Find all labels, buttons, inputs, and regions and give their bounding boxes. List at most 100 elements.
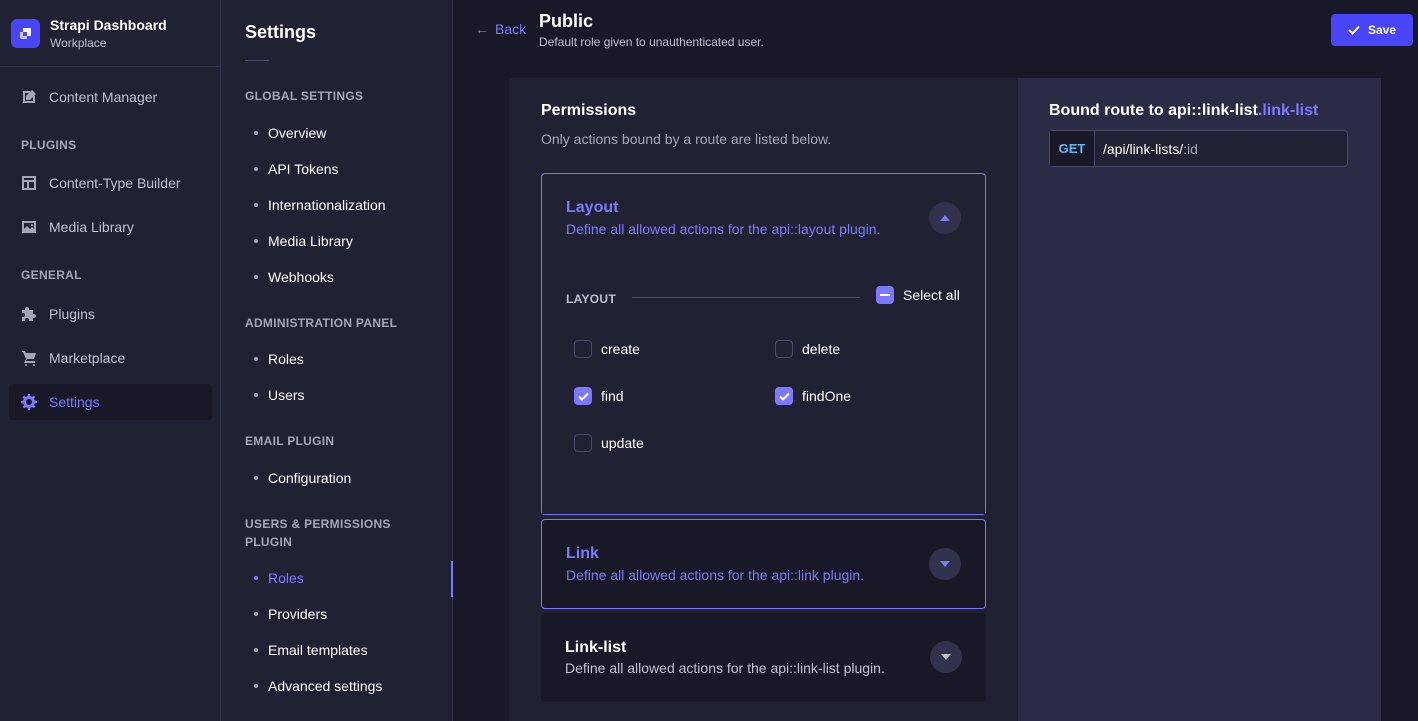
accordion-title: Layout xyxy=(566,199,619,216)
arrow-left-icon: ← xyxy=(475,21,489,37)
checkbox-icon xyxy=(574,340,592,358)
accordion-link-list[interactable]: Link-list Define all allowed actions for… xyxy=(541,613,986,702)
accordion-layout: Layout Define all allowed actions for th… xyxy=(541,173,986,515)
subnav-item-advanced-settings[interactable]: Advanced settings xyxy=(245,670,452,702)
subnav-item-label: Email templates xyxy=(268,642,368,658)
save-button[interactable]: Save xyxy=(1331,14,1413,46)
group-label: LAYOUT xyxy=(566,292,617,306)
section-email-plugin: EMAIL PLUGIN xyxy=(245,434,335,448)
route-box: GET /api/link-lists/:id xyxy=(1049,130,1348,167)
subnav-item-configuration[interactable]: Configuration xyxy=(245,462,452,494)
nav-item-label: Media Library xyxy=(49,219,134,235)
accordion-header[interactable]: Link-list Define all allowed actions for… xyxy=(541,613,986,701)
action-update-checkbox[interactable]: update xyxy=(574,434,644,452)
subnav-item-internationalization[interactable]: Internationalization xyxy=(245,189,452,221)
back-link[interactable]: ← Back xyxy=(475,21,526,37)
divider xyxy=(245,60,269,61)
subnav-item-label: Advanced settings xyxy=(268,678,383,694)
accordion-description: Define all allowed actions for the api::… xyxy=(565,660,885,676)
subnav-title: Settings xyxy=(245,22,317,42)
bullet-icon xyxy=(254,612,258,616)
back-label: Back xyxy=(495,21,527,37)
subnav-item-email-templates[interactable]: Email templates xyxy=(245,634,452,666)
bullet-icon xyxy=(254,203,258,207)
subnav-item-label: Roles xyxy=(268,570,304,586)
accordion-link[interactable]: Link Define all allowed actions for the … xyxy=(541,519,986,609)
subnav-item-media-library[interactable]: Media Library xyxy=(245,225,452,257)
action-findone-checkbox[interactable]: findOne xyxy=(775,387,851,405)
section-users-permissions-plugin: USERS & PERMISSIONS PLUGIN xyxy=(245,517,391,549)
checkbox-checked-icon xyxy=(574,387,592,405)
route-path-param: :id xyxy=(1183,140,1198,157)
nav-item-media-library[interactable]: Media Library xyxy=(9,209,212,245)
route-title-prefix: Bound route to api::link-list xyxy=(1049,102,1258,119)
subnav-item-admin-users[interactable]: Users xyxy=(245,379,452,411)
nav-item-marketplace[interactable]: Marketplace xyxy=(9,340,212,376)
bullet-icon xyxy=(254,648,258,652)
bullet-icon xyxy=(254,239,258,243)
action-label: findOne xyxy=(802,388,852,404)
subnav-item-label: API Tokens xyxy=(268,161,339,177)
nav-item-label: Settings xyxy=(49,394,100,410)
nav-item-label: Plugins xyxy=(49,306,95,322)
action-create-checkbox[interactable]: create xyxy=(574,340,640,358)
bullet-icon xyxy=(254,357,258,361)
checkbox-checked-icon xyxy=(775,387,793,405)
page-subtitle: Default role given to unauthenticated us… xyxy=(539,35,764,49)
subnav-item-webhooks[interactable]: Webhooks xyxy=(245,261,452,293)
accordion-header[interactable]: Link Define all allowed actions for the … xyxy=(542,520,985,608)
bound-route-panel: Bound route to api::link-list.link-list … xyxy=(1018,78,1381,721)
layout-icon xyxy=(22,176,36,190)
nav-item-content-type-builder[interactable]: Content-Type Builder xyxy=(9,165,212,201)
nav-section-general: GENERAL xyxy=(21,268,82,282)
subnav-item-up-roles[interactable]: Roles xyxy=(245,562,452,594)
chevron-down-icon[interactable] xyxy=(929,548,961,580)
divider xyxy=(632,297,860,298)
route-path-base: /api/link-lists/ xyxy=(1103,140,1184,157)
bullet-icon xyxy=(254,275,258,279)
subnav-item-label: Users xyxy=(268,387,305,403)
page-title: Public xyxy=(539,11,594,31)
chevron-down-icon[interactable] xyxy=(930,641,962,673)
gear-icon xyxy=(21,394,37,410)
bullet-icon xyxy=(254,167,258,171)
subnav-item-providers[interactable]: Providers xyxy=(245,598,452,630)
permissions-subtitle: Only actions bound by a route are listed… xyxy=(541,131,832,147)
accordion-header[interactable]: Layout Define all allowed actions for th… xyxy=(542,174,985,262)
permissions-title: Permissions xyxy=(541,102,637,119)
accordion-title: Link xyxy=(566,545,599,562)
brand-subtitle: Workplace xyxy=(50,35,107,50)
subnav-item-label: Roles xyxy=(268,351,304,367)
action-delete-checkbox[interactable]: delete xyxy=(775,340,840,358)
route-title-highlight: .link-list xyxy=(1257,102,1319,119)
nav-item-label: Marketplace xyxy=(49,350,126,366)
subnav-item-label: Configuration xyxy=(268,470,352,486)
app-root: Strapi Dashboard Workplace Content Manag… xyxy=(0,0,1418,721)
accordion-body: LAYOUT Select all create delete find fin… xyxy=(542,262,985,514)
route-title: Bound route to api::link-list.link-list xyxy=(1049,102,1318,120)
shopping-cart-icon xyxy=(22,351,36,366)
nav-item-content-manager[interactable]: Content Manager xyxy=(9,79,212,115)
chevron-up-icon[interactable] xyxy=(929,202,961,234)
nav-item-plugins[interactable]: Plugins xyxy=(9,296,212,332)
pencil-icon xyxy=(23,90,36,103)
nav-section-plugins: PLUGINS xyxy=(21,138,77,152)
select-all-label: Select all xyxy=(903,287,960,303)
action-label: delete xyxy=(802,341,841,357)
nav-item-label: Content-Type Builder xyxy=(49,175,181,191)
check-icon xyxy=(1348,25,1360,35)
action-find-checkbox[interactable]: find xyxy=(574,387,624,405)
accordion-description: Define all allowed actions for the api::… xyxy=(566,567,865,583)
subnav-item-overview[interactable]: Overview xyxy=(245,117,452,149)
section-global-settings: GLOBAL SETTINGS xyxy=(245,89,364,103)
subnav-item-admin-roles[interactable]: Roles xyxy=(245,343,452,375)
select-all-checkbox[interactable]: Select all xyxy=(876,286,960,304)
subnav-item-label: Internationalization xyxy=(268,197,386,213)
main-navigation: Strapi Dashboard Workplace Content Manag… xyxy=(0,0,221,721)
bullet-icon xyxy=(254,131,258,135)
subnav-item-api-tokens[interactable]: API Tokens xyxy=(245,153,452,185)
nav-item-settings[interactable]: Settings xyxy=(9,384,212,420)
page-header: ← Back Public Default role given to unau… xyxy=(453,0,1418,62)
checkbox-icon xyxy=(574,434,592,452)
save-label: Save xyxy=(1367,23,1397,37)
